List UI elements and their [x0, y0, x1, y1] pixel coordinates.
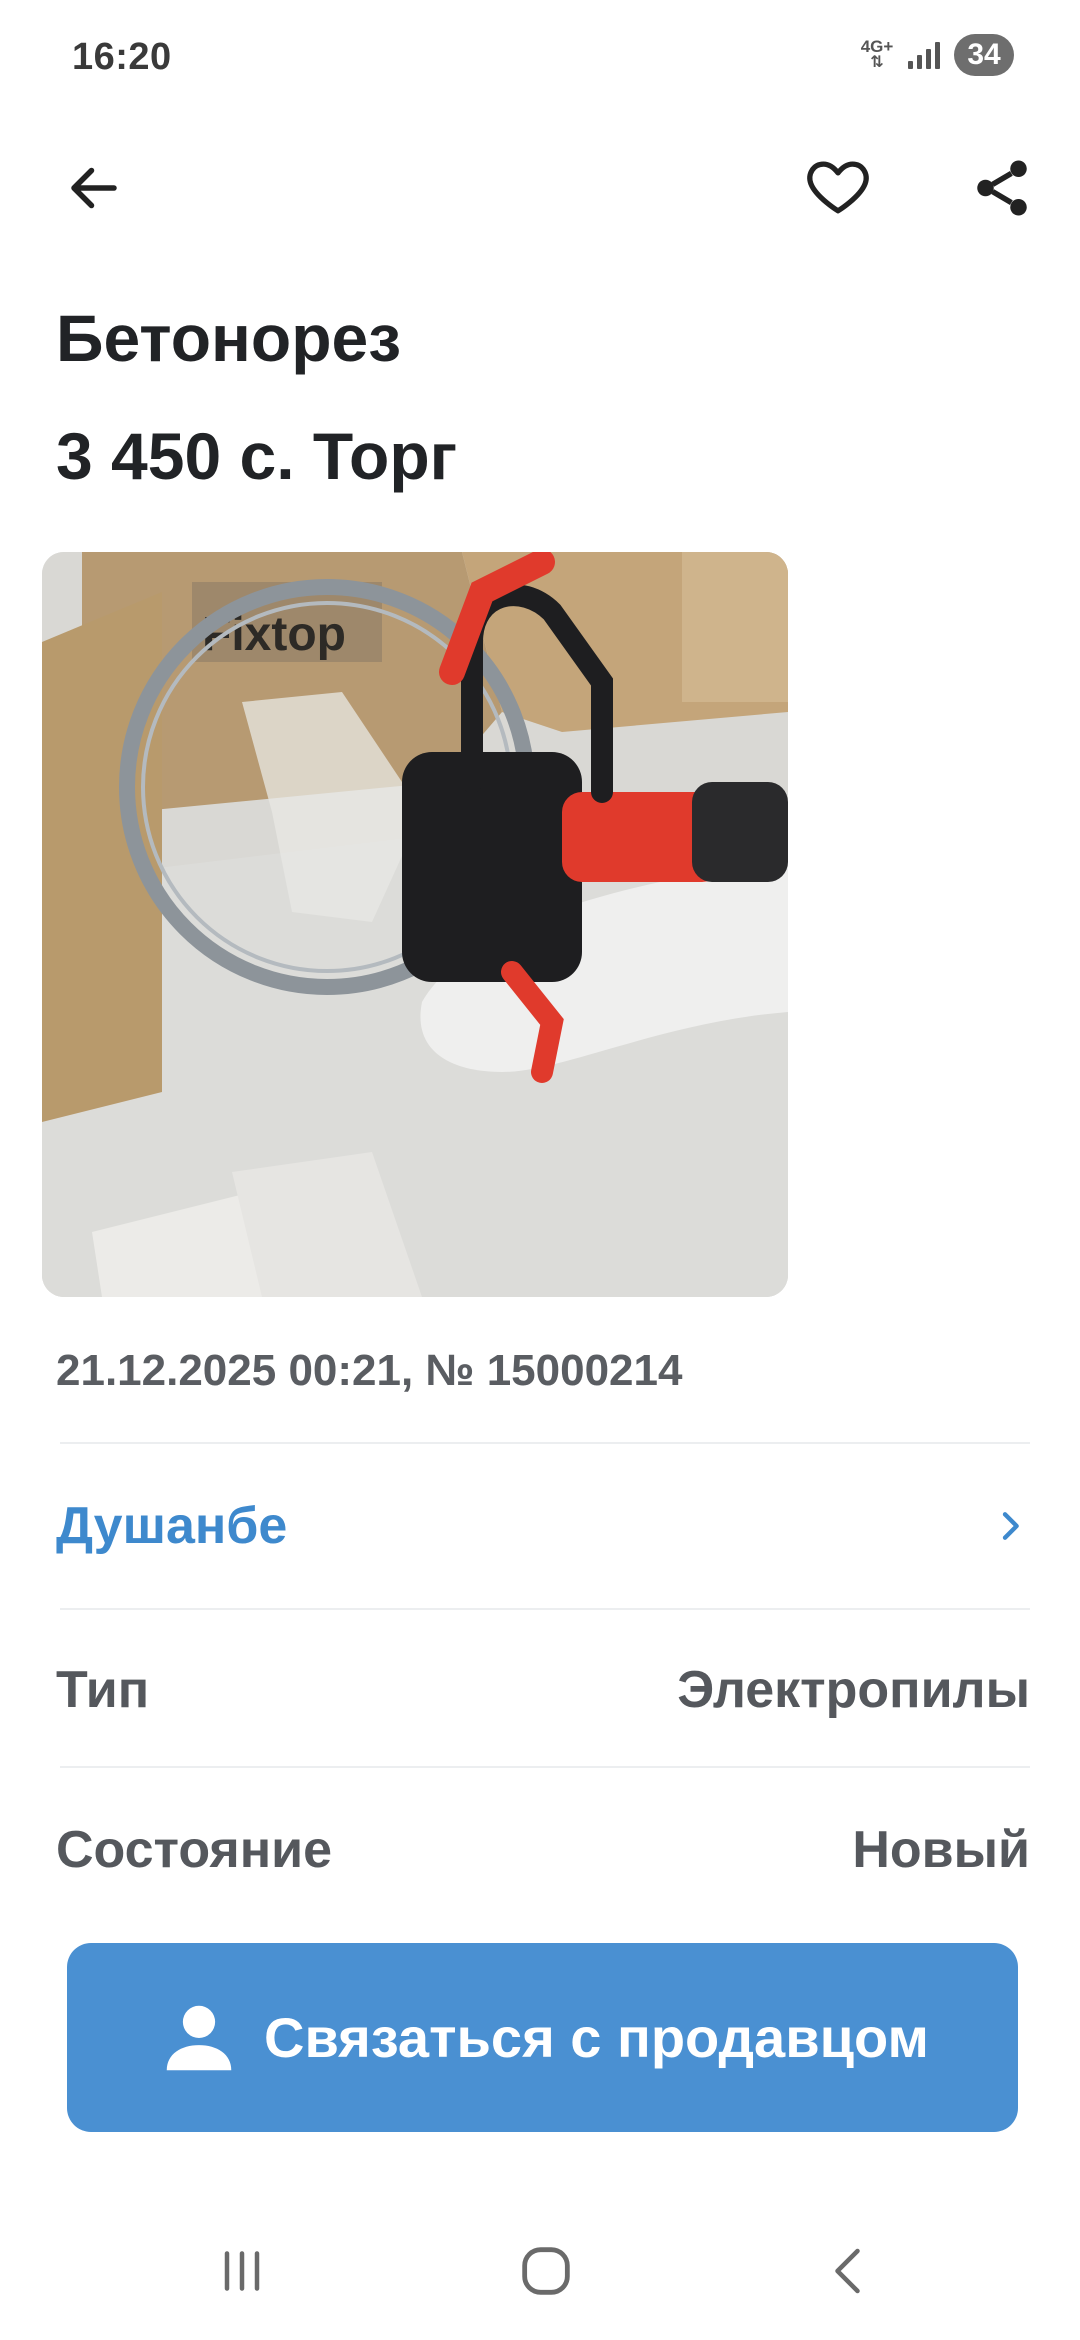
attribute-value: Электропилы	[677, 1661, 1030, 1719]
attribute-row-condition: Состояние Новый	[56, 1800, 1030, 1900]
listing-price: 3 450 с. Торг	[56, 419, 458, 493]
system-nav-bar	[0, 2200, 1080, 2340]
listing-date-number: 21.12.2025 00:21, № 15000214	[56, 1346, 683, 1395]
listing-photo[interactable]: Fixtop	[42, 552, 788, 1297]
nav-back-icon	[835, 2248, 860, 2294]
attribute-row-type: Тип Электропилы	[56, 1640, 1030, 1740]
network-indicator: 4G+ ⇅	[860, 37, 894, 71]
person-icon	[166, 2005, 232, 2070]
recents-button[interactable]	[182, 2226, 302, 2316]
back-button[interactable]	[46, 140, 142, 236]
share-icon	[977, 160, 1027, 216]
location-city: Душанбе	[56, 1497, 288, 1555]
favorite-button[interactable]	[790, 138, 886, 234]
home-icon	[522, 2247, 570, 2295]
status-time: 16:20	[72, 36, 172, 78]
divider	[60, 1442, 1030, 1444]
network-type: 4G+	[860, 37, 894, 56]
attribute-value: Новый	[852, 1821, 1030, 1879]
divider	[60, 1766, 1030, 1768]
heart-outline-icon	[807, 161, 869, 214]
attribute-label: Тип	[56, 1661, 150, 1719]
top-action-bar	[0, 130, 1080, 250]
nav-back-button[interactable]	[790, 2226, 910, 2316]
contact-seller-label: Связаться с продавцом	[264, 2006, 929, 2069]
listing-title: Бетонорез	[56, 301, 402, 375]
arrow-left-icon	[71, 167, 117, 209]
battery-indicator: 34	[954, 34, 1014, 76]
data-arrows-icon: ⇅	[870, 54, 884, 71]
contact-seller-button[interactable]: Связаться с продавцом	[67, 1943, 1018, 2132]
signal-icon	[908, 41, 940, 69]
share-button[interactable]	[954, 140, 1050, 236]
status-icons: 4G+ ⇅ 34	[860, 34, 1014, 76]
divider	[60, 1608, 1030, 1610]
location-row[interactable]: Душанбе	[56, 1476, 1030, 1576]
chevron-right-icon	[1002, 1512, 1019, 1540]
recents-icon	[224, 2251, 260, 2291]
status-bar: 16:20 4G+ ⇅ 34	[0, 0, 1080, 120]
attribute-label: Состояние	[56, 1821, 333, 1879]
home-button[interactable]	[486, 2226, 606, 2316]
product-photo-image: Fixtop	[42, 552, 788, 1297]
